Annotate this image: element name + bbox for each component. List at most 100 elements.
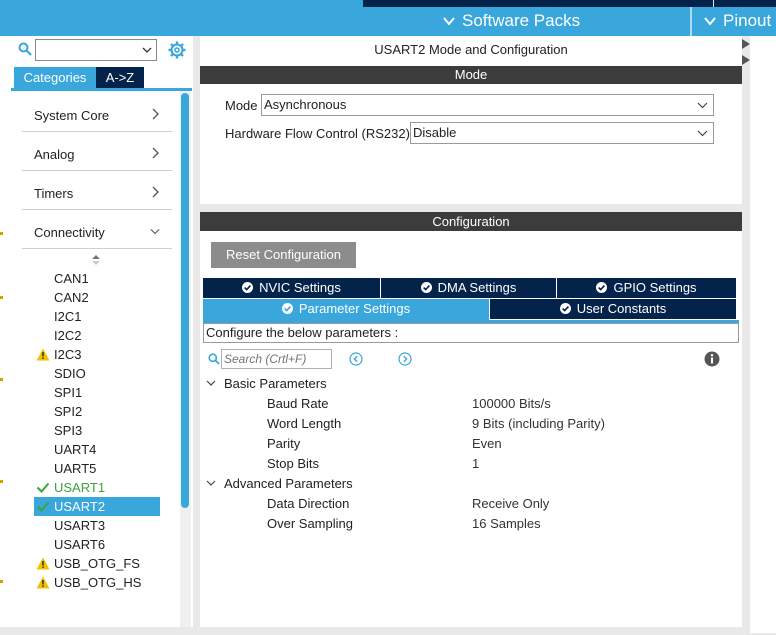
search-icon[interactable] [18,42,32,56]
category-label: Timers [34,186,74,201]
search-icon [208,353,220,365]
parameters-description: Configure the below parameters : [203,323,739,343]
flow-control-label: Hardware Flow Control (RS232) [225,126,410,141]
param-value[interactable]: 1 [472,456,479,471]
param-value[interactable]: Even [472,436,502,451]
gear-icon[interactable] [168,41,186,59]
peripheral-item[interactable]: CAN1 [34,269,160,288]
peripheral-item[interactable]: USART3 [34,516,160,535]
top-tab-edge[interactable] [363,0,713,7]
peripheral-item[interactable]: SPI2 [34,402,160,421]
check-circle-icon [420,282,432,293]
tab-categories[interactable]: Categories [14,67,96,88]
mode-select[interactable]: Asynchronous [261,94,714,116]
peripheral-item[interactable]: USB_OTG_FS [34,554,160,573]
tab-user-constants[interactable]: User Constants [490,299,736,319]
menu-software-packs[interactable]: Software Packs [442,11,580,31]
chevron-down-icon [697,102,708,109]
top-tab-edge-2[interactable] [714,0,776,7]
peripheral-label: I2C2 [54,328,82,343]
peripheral-item[interactable]: USART2 [34,497,160,516]
category-connectivity[interactable]: Connectivity [22,211,172,249]
peripheral-label: I2C1 [54,309,82,324]
horizontal-scrollbar-thumb[interactable] [750,627,776,633]
peripheral-item[interactable]: USB_OTG_HS [34,573,160,592]
param-value[interactable]: Receive Only [472,496,549,511]
tab-label: GPIO Settings [613,280,697,295]
peripheral-item[interactable]: I2C3 [34,345,160,364]
horizontal-scrollbar[interactable] [0,627,776,635]
peripheral-item[interactable]: UART4 [34,440,160,459]
tab-gpio-settings[interactable]: GPIO Settings [557,278,736,298]
peripheral-item[interactable]: SDIO [34,364,160,383]
tab-parameter-settings[interactable]: Parameter Settings [203,299,489,320]
check-circle-icon [596,282,608,293]
peripheral-item[interactable]: UART5 [34,459,160,478]
info-icon[interactable] [704,351,720,367]
search-previous-icon[interactable] [349,352,363,366]
tab-nvic-settings[interactable]: NVIC Settings [203,278,380,298]
top-tab-active-edge[interactable] [0,0,363,7]
category-system-core[interactable]: System Core [22,94,172,132]
expand-arrow-icon[interactable] [742,55,750,65]
category-analog[interactable]: Analog [22,133,172,171]
peripheral-search-input[interactable] [35,39,157,61]
peripheral-item[interactable]: USART1 [34,478,160,497]
peripheral-item[interactable]: SPI1 [34,383,160,402]
peripheral-label: SPI2 [54,404,83,419]
chevron-down-icon [443,17,455,26]
param-value[interactable]: 9 Bits (including Parity) [472,416,605,431]
param-name: Parity [267,436,301,451]
param-value[interactable]: 100000 Bits/s [472,396,551,411]
peripheral-label: USB_OTG_HS [54,575,142,590]
tree-scrollbar-thumb[interactable] [181,93,189,508]
chevron-right-icon [152,147,159,159]
peripheral-item[interactable]: I2C2 [34,326,160,345]
edge-mark [0,232,3,235]
peripheral-item[interactable]: I2C1 [34,307,160,326]
menu-software-packs-label: Software Packs [462,11,581,30]
category-label: System Core [34,108,110,123]
category-timers[interactable]: Timers [22,172,172,210]
menu-pinout[interactable]: Pinout [703,11,771,31]
edge-mark [0,378,3,381]
parameter-search-input[interactable] [221,349,332,369]
chevron-down-icon[interactable] [142,46,152,54]
tab-a-to-z[interactable]: A->Z [96,67,144,88]
configuration-header: Configuration [200,212,742,231]
check-circle-icon [242,282,254,293]
search-next-icon[interactable] [398,352,412,366]
tab-label: User Constants [576,301,667,316]
mode-select-value: Asynchronous [264,97,347,112]
reset-configuration-button[interactable]: Reset Configuration [211,242,356,268]
peripheral-item[interactable]: USART6 [34,535,160,554]
peripheral-item[interactable]: CAN2 [34,288,160,307]
check-icon [36,501,50,512]
peripheral-label: USART1 [54,480,106,495]
sort-icon[interactable] [91,254,101,266]
param-name: Data Direction [267,496,350,511]
param-value[interactable]: 16 Samples [472,516,541,531]
peripheral-item[interactable]: SPI3 [34,421,160,440]
group-label: Advanced Parameters [224,476,353,491]
right-edge-panel [742,36,776,635]
mode-section-header: Mode [200,66,742,84]
warning-icon [36,348,50,361]
menu-bar: Software Packs Pinout [0,7,776,36]
peripheral-label: USART2 [54,499,106,514]
peripheral-label: UART5 [54,461,97,476]
mode-panel: USART2 Mode and Configuration Mode Mode … [200,36,742,204]
flow-control-select[interactable]: Disable [410,122,714,144]
warning-icon [36,557,50,570]
collapse-arrow-icon[interactable] [742,39,750,49]
tab-dma-settings[interactable]: DMA Settings [381,278,556,298]
chevron-down-icon [206,480,216,486]
group-basic-parameters[interactable]: Basic Parameters [206,376,327,391]
chevron-down-icon [697,130,708,137]
tab-label: DMA Settings [437,280,517,295]
tab-underline [11,88,192,91]
group-label: Basic Parameters [224,376,327,391]
group-advanced-parameters[interactable]: Advanced Parameters [206,476,353,491]
panel-separator[interactable] [193,36,200,635]
peripheral-label: USB_OTG_FS [54,556,140,571]
